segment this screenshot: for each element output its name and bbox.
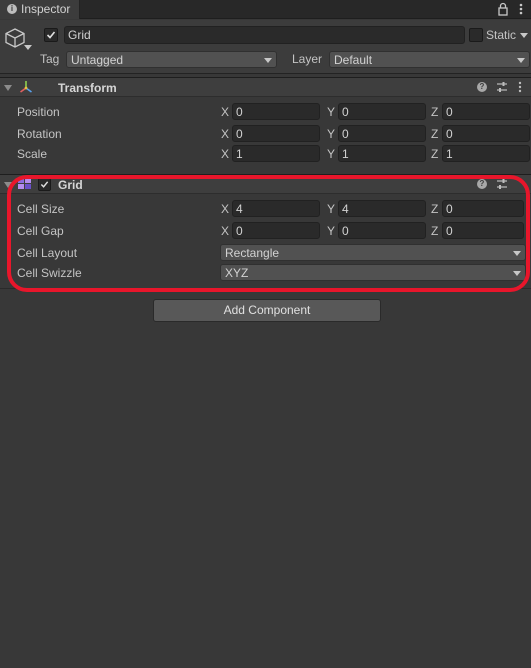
rotation-z-field[interactable]: 0 [442, 125, 530, 142]
cell-gap-x-field[interactable]: 0 [232, 222, 320, 239]
help-icon[interactable]: ? [477, 82, 487, 92]
layer-dropdown[interactable]: Default [329, 51, 530, 68]
axis-z-label[interactable]: Z [431, 127, 438, 141]
info-icon: i [7, 4, 17, 14]
layer-value: Default [334, 53, 373, 67]
tab-title: Inspector [21, 2, 71, 16]
cell-swizzle-dropdown[interactable]: XYZ [220, 264, 526, 281]
cell-size-z-field[interactable]: 0 [442, 200, 524, 217]
position-z-field[interactable]: 0 [442, 103, 530, 120]
cell-swizzle-label: Cell Swizzle [17, 266, 82, 280]
dropdown-arrow-icon [264, 58, 272, 63]
axis-y-label[interactable]: Y [327, 147, 335, 161]
foldout-arrow-icon[interactable] [4, 182, 12, 188]
transform-icon [20, 81, 32, 93]
static-label: Static [486, 28, 517, 42]
static-dropdown-arrow-icon[interactable] [520, 33, 528, 39]
checkmark-icon [46, 31, 56, 39]
cell-swizzle-value: XYZ [225, 266, 249, 280]
active-checkbox[interactable] [44, 28, 58, 42]
lock-icon[interactable] [497, 2, 509, 16]
tag-label: Tag [40, 52, 60, 66]
cell-gap-y-field[interactable]: 0 [338, 222, 426, 239]
scale-x-field[interactable]: 1 [232, 145, 320, 162]
axis-z-label[interactable]: Z [431, 147, 438, 161]
transform-title: Transform [58, 81, 117, 95]
grid-enabled-checkbox[interactable] [38, 178, 51, 191]
cell-layout-dropdown[interactable]: Rectangle [220, 244, 526, 261]
scale-y-field[interactable]: 1 [338, 145, 426, 162]
add-component-button[interactable]: Add Component [153, 299, 381, 322]
axis-z-label[interactable]: Z [431, 105, 438, 119]
layer-label: Layer [292, 52, 323, 66]
rotation-y-field[interactable]: 0 [338, 125, 426, 142]
axis-x-label[interactable]: X [221, 202, 229, 216]
kebab-menu-icon[interactable] [514, 81, 526, 93]
cell-layout-value: Rectangle [225, 246, 280, 260]
axis-y-label[interactable]: Y [327, 105, 335, 119]
axis-z-label[interactable]: Z [431, 224, 438, 238]
position-y-field[interactable]: 0 [338, 103, 426, 120]
help-icon[interactable]: ? [477, 179, 487, 189]
dropdown-arrow-icon [513, 251, 521, 256]
cell-size-label: Cell Size [17, 202, 65, 216]
grid-title: Grid [58, 178, 83, 192]
kebab-menu-icon[interactable] [515, 2, 527, 16]
position-x-field[interactable]: 0 [232, 103, 320, 120]
static-checkbox[interactable] [469, 28, 483, 42]
tag-value: Untagged [71, 53, 124, 67]
cell-gap-z-field[interactable]: 0 [442, 222, 524, 239]
gameobject-cube-icon[interactable] [4, 27, 26, 49]
axis-y-label[interactable]: Y [327, 127, 335, 141]
tag-dropdown[interactable]: Untagged [66, 51, 277, 68]
dropdown-arrow-icon [513, 271, 521, 276]
scale-z-field[interactable]: 1 [442, 145, 530, 162]
axis-y-label[interactable]: Y [327, 224, 335, 238]
object-name-field[interactable]: Grid [64, 26, 465, 44]
component-divider [0, 288, 531, 289]
axis-x-label[interactable]: X [221, 127, 229, 141]
checkmark-icon [40, 181, 49, 188]
cell-layout-label: Cell Layout [17, 246, 78, 260]
cell-size-y-field[interactable]: 4 [338, 200, 426, 217]
cell-gap-label: Cell Gap [17, 224, 64, 238]
dropdown-arrow-icon [517, 58, 525, 63]
axis-x-label[interactable]: X [221, 147, 229, 161]
position-label: Position [17, 105, 60, 119]
rotation-x-field[interactable]: 0 [232, 125, 320, 142]
presets-sliders-icon[interactable] [496, 178, 508, 190]
scale-label: Scale [17, 147, 48, 161]
chevron-down-icon[interactable] [24, 45, 32, 51]
axis-z-label[interactable]: Z [431, 202, 438, 216]
axis-x-label[interactable]: X [221, 105, 229, 119]
rotation-label: Rotation [17, 127, 62, 141]
axis-y-label[interactable]: Y [327, 202, 335, 216]
axis-x-label[interactable]: X [221, 224, 229, 238]
foldout-arrow-icon[interactable] [4, 85, 12, 91]
presets-sliders-icon[interactable] [496, 81, 508, 93]
cell-size-x-field[interactable]: 4 [232, 200, 320, 217]
grid-component-icon [18, 178, 31, 189]
